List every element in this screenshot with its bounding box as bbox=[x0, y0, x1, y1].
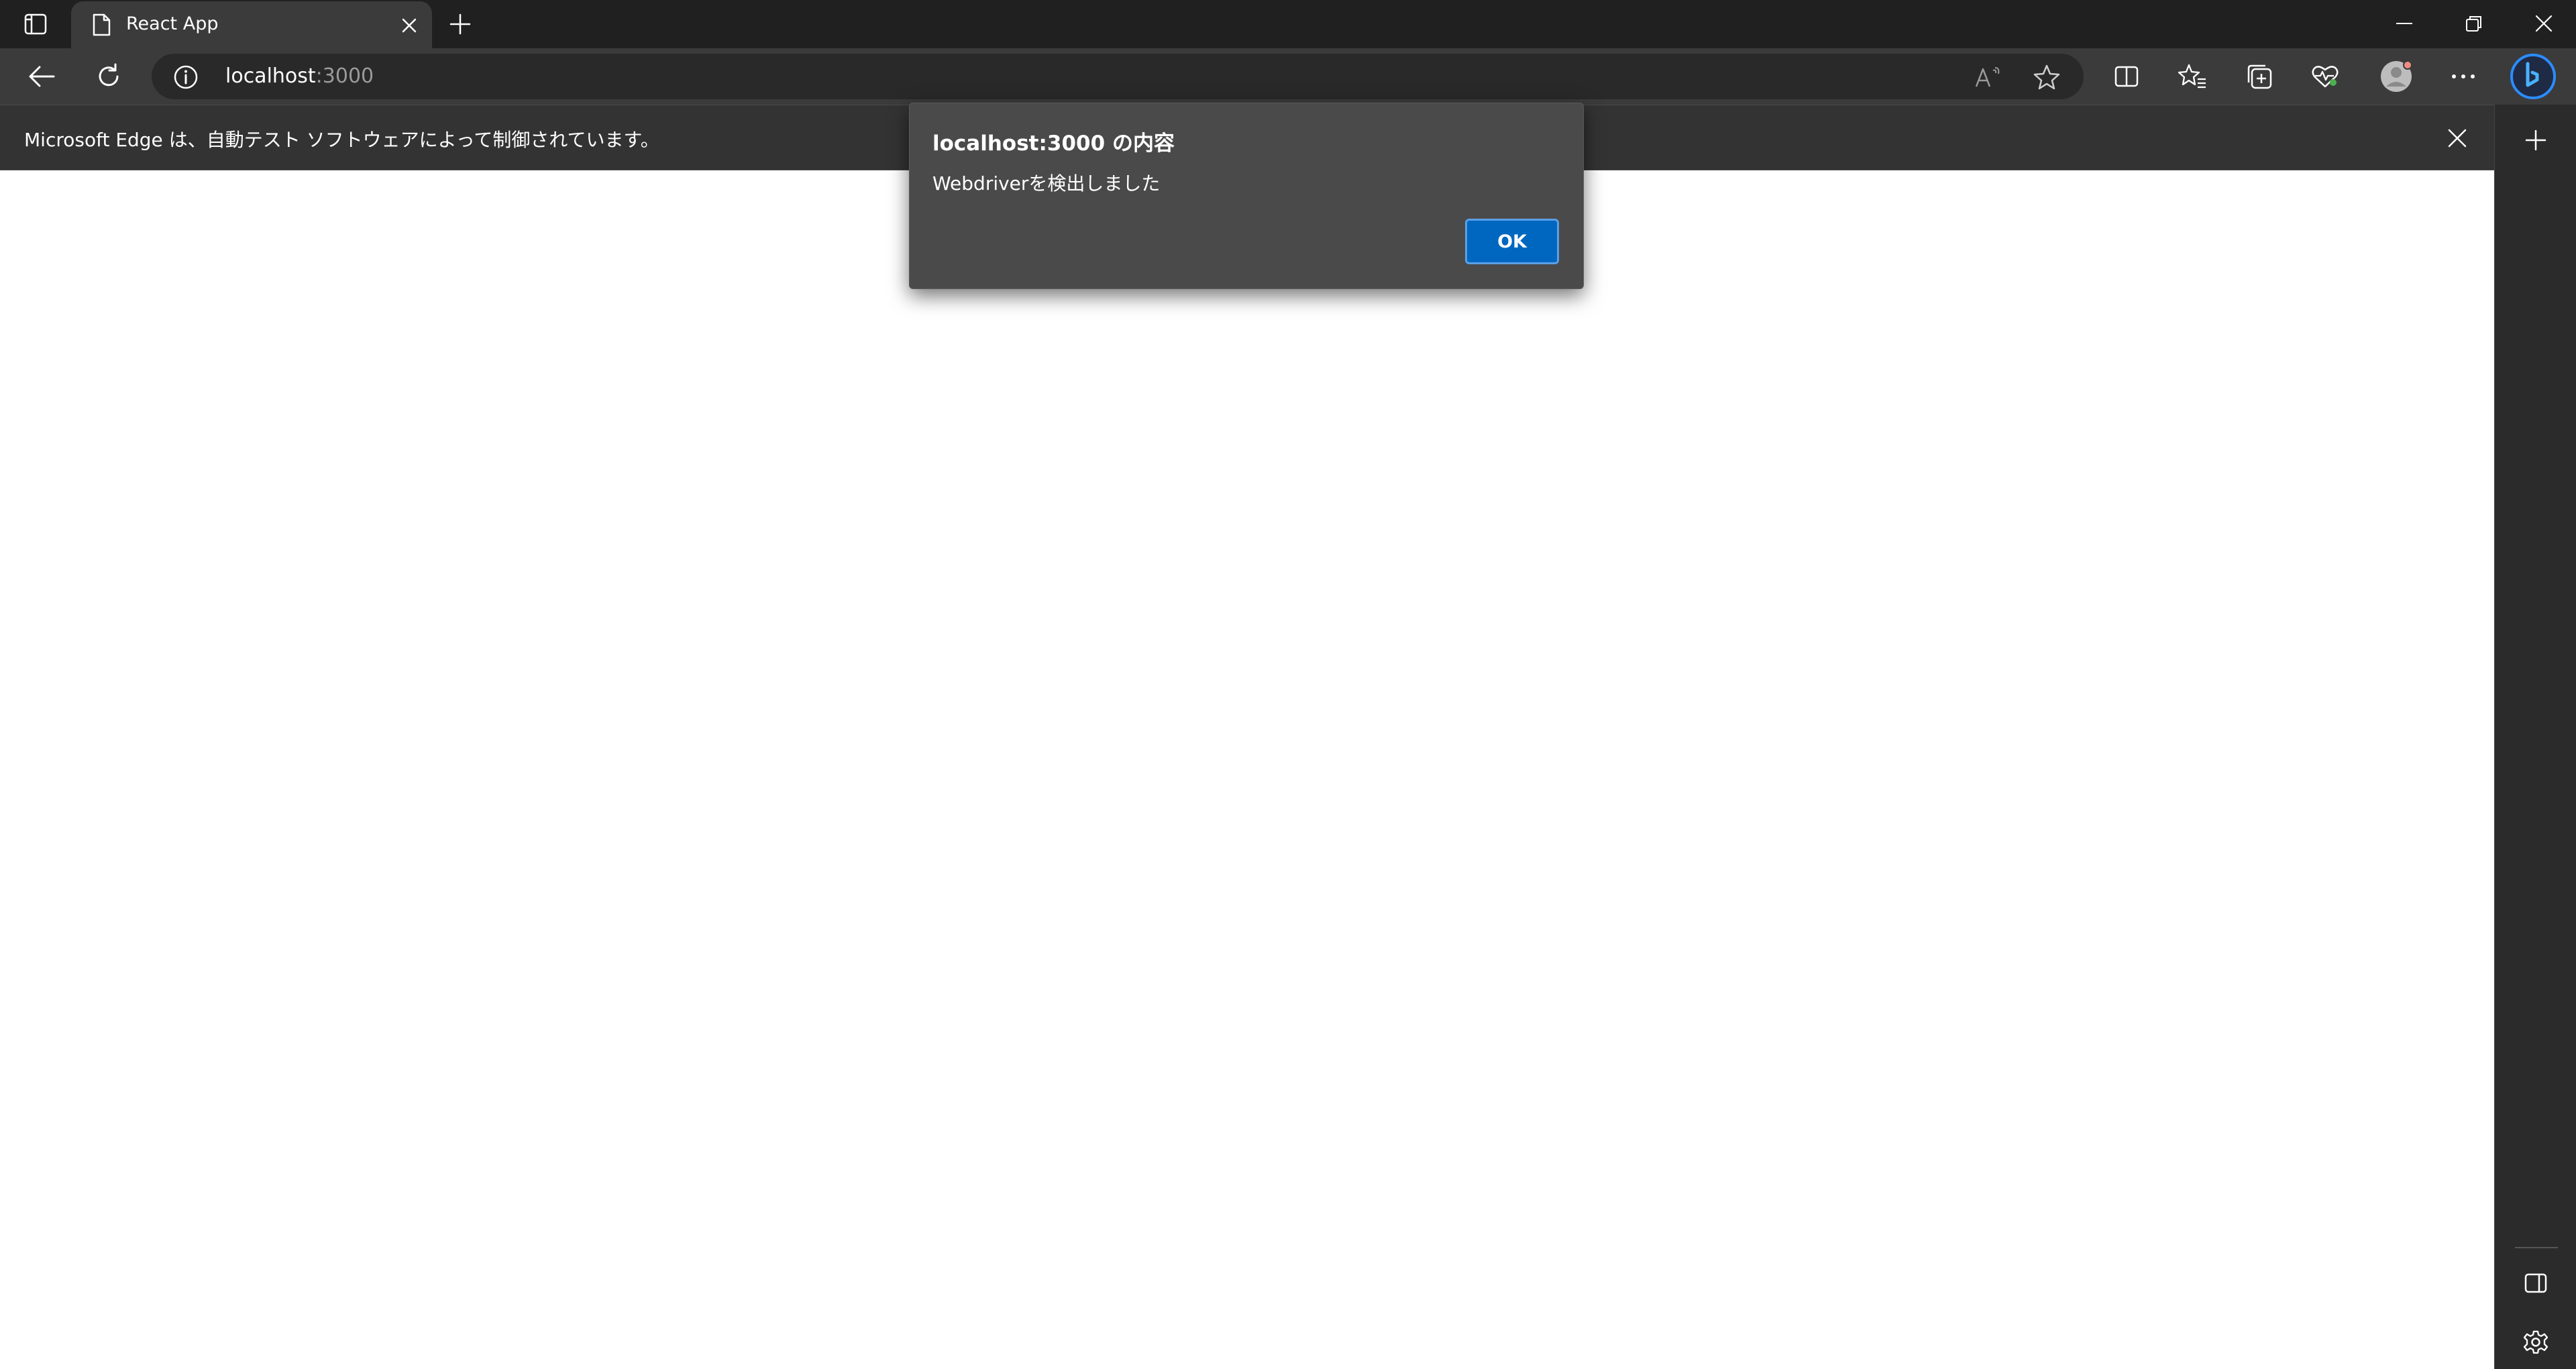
dialog-title: localhost:3000 の内容 bbox=[932, 131, 1175, 156]
dialog-message: Webdriverを検出しました bbox=[932, 172, 1161, 195]
read-aloud-button[interactable] bbox=[1971, 60, 2004, 94]
favorites-list-icon bbox=[2178, 64, 2206, 89]
heart-pulse-icon bbox=[2312, 66, 2339, 88]
browser-essentials-button[interactable] bbox=[2304, 55, 2347, 98]
restore-button[interactable] bbox=[2439, 0, 2509, 47]
sidebar-settings-button[interactable] bbox=[2519, 1325, 2553, 1359]
sidebar-panel-icon bbox=[2524, 1273, 2547, 1293]
url-host: localhost bbox=[225, 64, 316, 88]
tab-close-button[interactable] bbox=[397, 13, 421, 38]
page-icon bbox=[89, 12, 114, 38]
split-screen-icon bbox=[2114, 66, 2139, 87]
close-icon bbox=[402, 18, 417, 33]
plus-icon bbox=[449, 13, 471, 35]
settings-and-more-button[interactable] bbox=[2442, 55, 2485, 98]
tab-react-app[interactable]: React App bbox=[71, 1, 432, 48]
collections-button[interactable] bbox=[2238, 55, 2281, 98]
avatar-icon bbox=[2381, 60, 2412, 92]
reload-button[interactable] bbox=[87, 55, 130, 98]
plus-icon bbox=[2525, 129, 2546, 151]
url-port: :3000 bbox=[315, 64, 374, 88]
ellipsis-icon bbox=[2452, 74, 2475, 78]
address-bar[interactable]: localhost:3000 bbox=[152, 54, 2084, 99]
tab-actions-button[interactable] bbox=[15, 8, 56, 40]
right-sidebar bbox=[2494, 105, 2576, 1369]
read-aloud-icon bbox=[1975, 67, 2000, 87]
url-text[interactable]: localhost:3000 bbox=[225, 64, 374, 88]
title-bar: React App bbox=[0, 0, 2576, 48]
collections-icon bbox=[2247, 64, 2272, 89]
minimize-icon bbox=[2396, 23, 2412, 24]
tab-actions-icon bbox=[24, 13, 47, 35]
alert-dialog: localhost:3000 の内容 Webdriverを検出しました OK bbox=[909, 103, 1584, 289]
minimize-button[interactable] bbox=[2369, 0, 2439, 47]
toolbar: localhost:3000 bbox=[0, 48, 2576, 105]
add-favorite-button[interactable] bbox=[2030, 60, 2063, 94]
refresh-icon bbox=[99, 63, 119, 87]
bing-icon bbox=[2510, 54, 2556, 99]
ok-button[interactable]: OK bbox=[1465, 219, 1559, 264]
window-close-button[interactable] bbox=[2509, 0, 2576, 47]
site-info-button[interactable] bbox=[172, 63, 200, 91]
back-button[interactable] bbox=[20, 55, 63, 98]
arrow-left-icon bbox=[29, 66, 55, 87]
favorites-button[interactable] bbox=[2171, 55, 2214, 98]
profile-button[interactable] bbox=[2375, 55, 2418, 98]
copilot-button[interactable] bbox=[2508, 51, 2559, 102]
info-icon bbox=[174, 65, 198, 89]
sidebar-add-button[interactable] bbox=[2518, 122, 2554, 158]
infobar-message: Microsoft Edge は、自動テスト ソフトウェアによって制御されていま… bbox=[24, 129, 659, 151]
close-icon bbox=[2448, 129, 2467, 148]
star-icon bbox=[2033, 64, 2060, 90]
page-content bbox=[0, 170, 2494, 1369]
split-screen-button[interactable] bbox=[2105, 55, 2148, 98]
gear-icon bbox=[2523, 1330, 2548, 1354]
infobar-close-button[interactable] bbox=[2442, 123, 2473, 154]
sidebar-divider bbox=[2515, 1247, 2558, 1248]
new-tab-button[interactable] bbox=[444, 8, 476, 40]
tab-title: React App bbox=[126, 13, 219, 34]
close-icon bbox=[2535, 15, 2553, 32]
restore-icon bbox=[2466, 16, 2481, 32]
hide-sidebar-button[interactable] bbox=[2519, 1266, 2553, 1300]
